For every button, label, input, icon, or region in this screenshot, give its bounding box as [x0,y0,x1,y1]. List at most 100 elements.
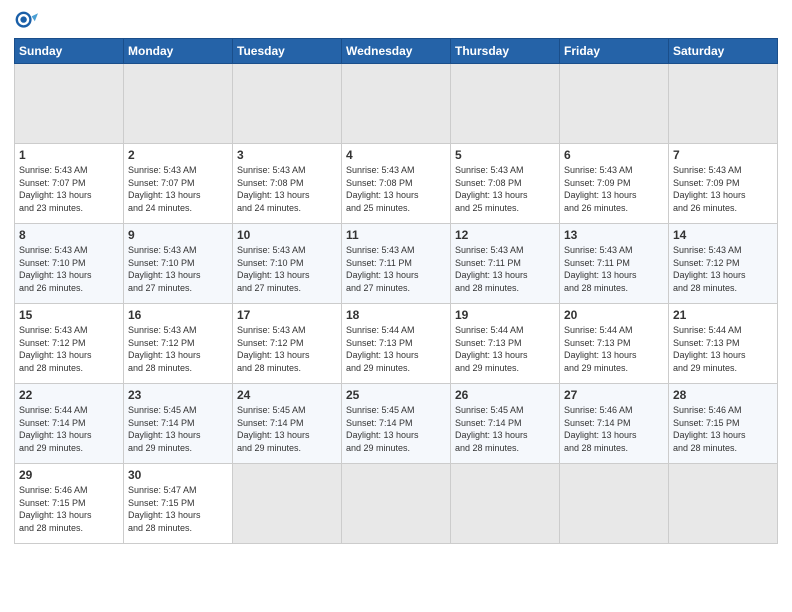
calendar-cell: 23Sunrise: 5:45 AM Sunset: 7:14 PM Dayli… [124,384,233,464]
day-info: Sunrise: 5:43 AM Sunset: 7:10 PM Dayligh… [19,244,119,294]
calendar-cell: 2 Sunrise: 5:43 AM Sunset: 7:07 PM Daylig… [124,144,233,224]
day-info: Sunrise: 5:44 AM Sunset: 7:13 PM Dayligh… [673,324,773,374]
calendar-week-row: 8 Sunrise: 5:43 AM Sunset: 7:10 PM Daylig… [15,224,778,304]
calendar-cell: 26 Sunrise: 5:45 AM Sunset: 7:14 PM Dayli… [451,384,560,464]
weekday-header-cell: Saturday [669,39,778,64]
calendar-cell [669,464,778,544]
day-info: Sunrise: 5:46 AM Sunset: 7:14 PM Dayligh… [564,404,664,454]
day-info: Sunrise: 5:43 AM Sunset: 7:11 PM Dayligh… [455,244,555,294]
day-info: Sunrise: 5:47 AM Sunset: 7:15 PM Dayligh… [128,484,228,534]
day-number: 4 [346,148,446,162]
day-number: 14 [673,228,773,242]
calendar-cell [451,464,560,544]
day-info: Sunrise: 5:43 AM Sunset: 7:08 PM Dayligh… [455,164,555,214]
calendar-cell: 15Sunrise: 5:43 AM Sunset: 7:12 PM Dayli… [15,304,124,384]
day-number: 7 [673,148,773,162]
calendar-cell: 5 Sunrise: 5:43 AM Sunset: 7:08 PM Daylig… [451,144,560,224]
calendar-cell: 19Sunrise: 5:44 AM Sunset: 7:13 PM Dayli… [451,304,560,384]
day-number: 2 [128,148,228,162]
calendar-cell [124,64,233,144]
calendar-cell: 28Sunrise: 5:46 AM Sunset: 7:15 PM Dayli… [669,384,778,464]
day-info: Sunrise: 5:44 AM Sunset: 7:13 PM Dayligh… [455,324,555,374]
calendar-cell: 3 Sunrise: 5:43 AM Sunset: 7:08 PM Daylig… [233,144,342,224]
calendar-cell: 17 Sunrise: 5:43 AM Sunset: 7:12 PM Dayli… [233,304,342,384]
calendar-week-row [15,64,778,144]
calendar-cell: 9Sunrise: 5:43 AM Sunset: 7:10 PM Daylig… [124,224,233,304]
day-info: Sunrise: 5:43 AM Sunset: 7:08 PM Dayligh… [237,164,337,214]
weekday-header-row: SundayMondayTuesdayWednesdayThursdayFrid… [15,39,778,64]
calendar-container: SundayMondayTuesdayWednesdayThursdayFrid… [0,0,792,554]
day-number: 3 [237,148,337,162]
calendar-cell: 8 Sunrise: 5:43 AM Sunset: 7:10 PM Daylig… [15,224,124,304]
calendar-cell: 20 Sunrise: 5:44 AM Sunset: 7:13 PM Dayli… [560,304,669,384]
calendar-cell [233,64,342,144]
day-number: 11 [346,228,446,242]
day-number: 1 [19,148,119,162]
day-number: 6 [564,148,664,162]
day-number: 20 [564,308,664,322]
calendar-cell: 10Sunrise: 5:43 AM Sunset: 7:10 PM Dayli… [233,224,342,304]
calendar-cell: 1Sunrise: 5:43 AM Sunset: 7:07 PM Daylig… [15,144,124,224]
calendar-cell: 7 Sunrise: 5:43 AM Sunset: 7:09 PM Daylig… [669,144,778,224]
calendar-cell [560,464,669,544]
day-number: 23 [128,388,228,402]
day-number: 10 [237,228,337,242]
calendar-cell [669,64,778,144]
weekday-header-cell: Friday [560,39,669,64]
day-info: Sunrise: 5:43 AM Sunset: 7:11 PM Dayligh… [564,244,664,294]
day-number: 17 [237,308,337,322]
calendar-cell: 16Sunrise: 5:43 AM Sunset: 7:12 PM Dayli… [124,304,233,384]
day-number: 22 [19,388,119,402]
day-info: Sunrise: 5:44 AM Sunset: 7:13 PM Dayligh… [346,324,446,374]
calendar-cell: 13 Sunrise: 5:43 AM Sunset: 7:11 PM Dayli… [560,224,669,304]
day-number: 9 [128,228,228,242]
weekday-header-cell: Thursday [451,39,560,64]
calendar-cell [451,64,560,144]
day-info: Sunrise: 5:46 AM Sunset: 7:15 PM Dayligh… [673,404,773,454]
calendar-cell [342,464,451,544]
day-info: Sunrise: 5:43 AM Sunset: 7:07 PM Dayligh… [128,164,228,214]
day-info: Sunrise: 5:43 AM Sunset: 7:12 PM Dayligh… [128,324,228,374]
logo-icon [14,10,38,34]
calendar-cell [342,64,451,144]
day-number: 12 [455,228,555,242]
calendar-cell: 6Sunrise: 5:43 AM Sunset: 7:09 PM Daylig… [560,144,669,224]
day-info: Sunrise: 5:46 AM Sunset: 7:15 PM Dayligh… [19,484,119,534]
weekday-header-cell: Sunday [15,39,124,64]
day-number: 27 [564,388,664,402]
day-info: Sunrise: 5:43 AM Sunset: 7:12 PM Dayligh… [673,244,773,294]
day-info: Sunrise: 5:44 AM Sunset: 7:14 PM Dayligh… [19,404,119,454]
calendar-cell: 11 Sunrise: 5:43 AM Sunset: 7:11 PM Dayli… [342,224,451,304]
day-number: 13 [564,228,664,242]
day-number: 18 [346,308,446,322]
calendar-cell [15,64,124,144]
day-number: 8 [19,228,119,242]
day-info: Sunrise: 5:43 AM Sunset: 7:12 PM Dayligh… [237,324,337,374]
day-number: 26 [455,388,555,402]
weekday-header-cell: Monday [124,39,233,64]
calendar-cell: 25Sunrise: 5:45 AM Sunset: 7:14 PM Dayli… [342,384,451,464]
calendar-cell: 14 Sunrise: 5:43 AM Sunset: 7:12 PM Dayli… [669,224,778,304]
calendar-cell: 30 Sunrise: 5:47 AM Sunset: 7:15 PM Dayli… [124,464,233,544]
calendar-cell: 24 Sunrise: 5:45 AM Sunset: 7:14 PM Dayli… [233,384,342,464]
day-number: 21 [673,308,773,322]
header-row [14,10,778,34]
day-info: Sunrise: 5:43 AM Sunset: 7:09 PM Dayligh… [673,164,773,214]
calendar-cell [233,464,342,544]
day-number: 30 [128,468,228,482]
day-info: Sunrise: 5:45 AM Sunset: 7:14 PM Dayligh… [455,404,555,454]
day-number: 5 [455,148,555,162]
logo [14,10,42,34]
day-number: 29 [19,468,119,482]
calendar-cell [560,64,669,144]
day-number: 24 [237,388,337,402]
day-info: Sunrise: 5:45 AM Sunset: 7:14 PM Dayligh… [237,404,337,454]
calendar-week-row: 29 Sunrise: 5:46 AM Sunset: 7:15 PM Dayli… [15,464,778,544]
calendar-cell: 12 Sunrise: 5:43 AM Sunset: 7:11 PM Dayli… [451,224,560,304]
calendar-cell: 21 Sunrise: 5:44 AM Sunset: 7:13 PM Dayli… [669,304,778,384]
day-info: Sunrise: 5:44 AM Sunset: 7:13 PM Dayligh… [564,324,664,374]
calendar-table: SundayMondayTuesdayWednesdayThursdayFrid… [14,38,778,544]
day-info: Sunrise: 5:43 AM Sunset: 7:11 PM Dayligh… [346,244,446,294]
calendar-cell: 27 Sunrise: 5:46 AM Sunset: 7:14 PM Dayli… [560,384,669,464]
day-info: Sunrise: 5:45 AM Sunset: 7:14 PM Dayligh… [346,404,446,454]
